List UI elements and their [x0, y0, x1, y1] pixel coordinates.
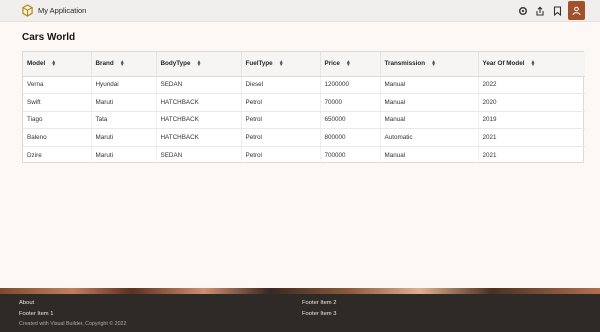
- user-avatar-button[interactable]: [568, 1, 585, 20]
- app-header: My Application: [0, 0, 600, 22]
- cell-brand: Maruti: [91, 128, 157, 147]
- cell-bodytype: HATCHBACK: [156, 93, 242, 112]
- cell-brand: Tata: [91, 111, 157, 129]
- cell-price: 700000: [320, 146, 381, 164]
- cell-bodytype: HATCHBACK: [156, 128, 242, 147]
- cell-transmission: Manual: [380, 111, 479, 129]
- cell-transmission: Manual: [380, 93, 479, 112]
- share-icon[interactable]: [534, 5, 546, 17]
- table-row[interactable]: Verna Hyundai SEDAN Diesel 1200000 Manua…: [23, 76, 585, 94]
- column-header-brand[interactable]: Brand ▲ ▼: [91, 52, 157, 77]
- cell-model: Dzire: [23, 146, 92, 164]
- cell-year: 2019: [478, 111, 585, 129]
- cell-transmission: Manual: [380, 76, 479, 94]
- cell-model: Verna: [23, 76, 92, 94]
- cell-fueltype: Petrol: [241, 146, 321, 164]
- cell-bodytype: HATCHBACK: [156, 111, 242, 129]
- cell-bodytype: SEDAN: [156, 146, 242, 164]
- sort-icon[interactable]: ▲ ▼: [279, 59, 284, 67]
- sort-icon[interactable]: ▲ ▼: [531, 59, 536, 67]
- sort-icon[interactable]: ▲ ▼: [120, 59, 125, 67]
- cell-year: 2022: [478, 76, 585, 94]
- cars-table: Model ▲ ▼ Brand ▲ ▼ BodyType ▲ ▼ FuelType ▲ ▼ Pr…: [22, 51, 585, 164]
- table-header-row: Model ▲ ▼ Brand ▲ ▼ BodyType ▲ ▼ FuelType ▲ ▼ Pr…: [23, 52, 585, 77]
- bookmark-icon[interactable]: [551, 5, 563, 17]
- footer-link-item-3[interactable]: Footer Item 3: [302, 311, 336, 317]
- table-row[interactable]: Dzire Maruti SEDAN Petrol 700000 Manual …: [23, 146, 585, 164]
- column-header-transmission[interactable]: Transmission ▲ ▼: [380, 52, 479, 77]
- cell-price: 70000: [320, 93, 381, 112]
- column-header-fueltype[interactable]: FuelType ▲ ▼: [241, 52, 321, 77]
- table-row[interactable]: Swift Maruti HATCHBACK Petrol 70000 Manu…: [23, 93, 585, 112]
- cell-fueltype: Diesel: [241, 76, 321, 94]
- column-header-price[interactable]: Price ▲ ▼: [320, 52, 381, 77]
- settings-gear-icon[interactable]: [517, 5, 529, 17]
- table-row[interactable]: Baleno Maruti HATCHBACK Petrol 800000 Au…: [23, 128, 585, 147]
- column-header-bodytype[interactable]: BodyType ▲ ▼: [156, 52, 242, 77]
- user-icon: [572, 6, 581, 15]
- page-title: Cars World: [22, 32, 76, 43]
- cell-price: 800000: [320, 128, 381, 147]
- sort-icon[interactable]: ▲ ▼: [196, 59, 201, 67]
- cell-year: 2021: [478, 128, 585, 147]
- sort-icon[interactable]: ▲ ▼: [51, 59, 56, 67]
- column-header-year-of-model[interactable]: Year Of Model ▲ ▼: [478, 52, 585, 77]
- footer-link-about[interactable]: About: [19, 300, 34, 306]
- app-title: My Application: [38, 6, 87, 15]
- cell-year: 2020: [478, 93, 585, 112]
- cell-fueltype: Petrol: [241, 128, 321, 147]
- cell-fueltype: Petrol: [241, 111, 321, 129]
- column-header-model[interactable]: Model ▲ ▼: [23, 52, 92, 77]
- footer-link-item-2[interactable]: Footer Item 2: [302, 300, 336, 306]
- cell-brand: Hyundai: [91, 76, 157, 94]
- cell-model: Baleno: [23, 128, 92, 147]
- cell-brand: Maruti: [91, 146, 157, 164]
- table-row[interactable]: Tiago Tata HATCHBACK Petrol 650000 Manua…: [23, 111, 585, 129]
- cell-price: 1200000: [320, 76, 381, 94]
- sort-icon[interactable]: ▲ ▼: [431, 59, 436, 67]
- cell-transmission: Manual: [380, 146, 479, 164]
- cell-model: Tiago: [23, 111, 92, 129]
- cell-fueltype: Petrol: [241, 93, 321, 112]
- footer-copyright: Created with Visual Builder, Copyright ©…: [19, 321, 127, 327]
- cell-year: 2021: [482, 151, 497, 159]
- footer: About Footer Item 1 Footer Item 2 Footer…: [0, 294, 600, 332]
- app-logo-icon: [22, 4, 33, 17]
- cell-model: Swift: [23, 93, 92, 112]
- footer-link-item-1[interactable]: Footer Item 1: [19, 311, 53, 317]
- sort-icon[interactable]: ▲ ▼: [346, 59, 351, 67]
- cell-bodytype: SEDAN: [156, 76, 242, 94]
- cell-transmission: Automatic: [380, 128, 479, 147]
- cell-price: 650000: [320, 111, 381, 129]
- cell-brand: Maruti: [91, 93, 157, 112]
